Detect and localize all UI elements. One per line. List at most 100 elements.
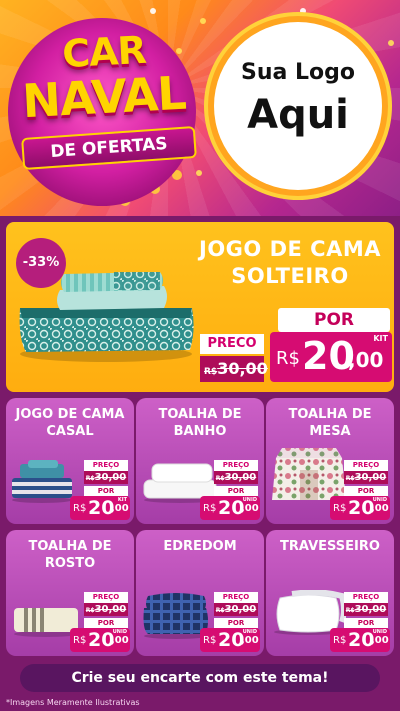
price-currency: R$ (203, 503, 217, 514)
por-label: POR (344, 618, 388, 628)
product-name-line1: TOALHA DE MESA (288, 407, 372, 439)
bedding-set-icon (14, 268, 198, 364)
price-unit: UNID (242, 497, 257, 503)
old-price: R$30,00 (214, 471, 258, 484)
product-card[interactable]: JOGO DE CAMA CASAL PREÇO R$30,00 POR R$ 20,00 K… (6, 398, 134, 524)
product-price: R$ 20,00 UNID (70, 628, 130, 652)
product-card[interactable]: TOALHA DE BANHO PREÇO R$30,00 POR R$ 20,00 UNID (136, 398, 264, 524)
product-name: TOALHA DE MESA (266, 406, 394, 440)
featured-price: R$ 20 ,00 KIT (270, 332, 392, 382)
preco-label: PREÇO (344, 460, 388, 471)
product-name: TRAVESSEIRO (266, 538, 394, 555)
por-label: POR (344, 486, 388, 496)
disclaimer: *Imagens Meramente Ilustrativas (6, 698, 140, 707)
product-price: R$ 20,00 UNID (330, 496, 390, 520)
old-price-currency: R$ (215, 475, 225, 482)
old-price: R$30,00 (344, 471, 388, 484)
por-label: POR (214, 618, 258, 628)
confetti-dot (388, 40, 394, 46)
cta-banner[interactable]: Crie seu encarte com este tema! (20, 664, 380, 692)
old-price-value: 30,00 (94, 472, 127, 483)
product-card[interactable]: TOALHA DE MESA PREÇO R$30,00 POR R$ 20,00 UNID (266, 398, 394, 524)
price-currency: R$ (73, 503, 87, 514)
price-unit: UNID (112, 629, 127, 635)
price-unit: UNID (242, 629, 257, 635)
price-currency: R$ (333, 503, 347, 514)
confetti-dot (150, 8, 156, 14)
featured-title: JOGO DE CAMA SOLTEIRO (190, 236, 390, 290)
price-decimal: ,00 (371, 503, 389, 514)
price-currency: R$ (276, 348, 300, 369)
price-integer: 20 (302, 334, 355, 378)
product-card[interactable]: TOALHA DE ROSTO PREÇO R$30,00 POR R$ 20,00 UNID (6, 530, 134, 656)
logo-text-line2: Aqui (247, 92, 349, 138)
old-price: R$30,00 (214, 603, 258, 616)
product-name-line1: TOALHA DE (158, 407, 242, 422)
old-price: R$30,00 (84, 603, 128, 616)
price-currency: R$ (73, 635, 87, 646)
old-price: R$30,00 (200, 356, 268, 382)
featured-title-line2: SOLTEIRO (231, 264, 349, 288)
hero-banner: CAR NAVAL DE OFERTAS Sua Logo Aqui (0, 0, 400, 216)
old-price-currency: R$ (204, 367, 218, 377)
price-decimal: ,00 (111, 503, 129, 514)
old-price: R$30,00 (344, 603, 388, 616)
product-name-line2: CASAL (46, 424, 94, 439)
product-price: R$ 20,00 KIT (70, 496, 130, 520)
product-name: JOGO DE CAMA CASAL (6, 406, 134, 440)
old-price-currency: R$ (85, 475, 95, 482)
price-decimal: ,00 (371, 635, 389, 646)
por-label: POR (278, 308, 390, 332)
price-currency: R$ (333, 635, 347, 646)
preco-label: PREÇO (84, 592, 128, 603)
price-unit: KIT (373, 334, 388, 343)
old-price-value: 30,00 (224, 604, 257, 615)
carnaval-title-line2: NAVAL (21, 65, 187, 129)
featured-product: -33% JOGO DE CAMA SOLTEIRO PRECO R$30,00… (6, 222, 394, 392)
old-price-value: 30,00 (94, 604, 127, 615)
old-price: R$30,00 (84, 471, 128, 484)
product-name: TOALHA DE ROSTO (6, 538, 134, 572)
preco-label: PREÇO (344, 592, 388, 603)
product-name: TOALHA DE BANHO (136, 406, 264, 440)
product-card[interactable]: EDREDOM PREÇO R$30,00 POR R$ 20,00 UNID (136, 530, 264, 656)
product-price: R$ 20,00 UNID (200, 496, 260, 520)
price-currency: R$ (203, 635, 217, 646)
featured-title-line1: JOGO DE CAMA (199, 237, 381, 261)
product-name-line1: EDREDOM (163, 539, 237, 554)
preco-label: PREÇO (84, 460, 128, 471)
product-name-line1: JOGO DE CAMA (15, 407, 125, 422)
confetti-dot (300, 8, 306, 14)
por-label: POR (84, 486, 128, 496)
price-decimal: ,00 (241, 503, 259, 514)
product-name: EDREDOM (136, 538, 264, 555)
preco-label: PRECO (200, 334, 264, 354)
old-price-currency: R$ (345, 607, 355, 614)
confetti-dot (200, 18, 206, 24)
preco-label: PREÇO (214, 592, 258, 603)
price-unit: KIT (117, 497, 127, 503)
old-price-currency: R$ (345, 475, 355, 482)
tablecloth-icon (270, 444, 348, 504)
product-price: R$ 20,00 UNID (200, 628, 260, 652)
product-name-line1: TRAVESSEIRO (280, 539, 380, 554)
por-label: POR (84, 618, 128, 628)
price-decimal: ,00 (241, 635, 259, 646)
price-decimal: ,00 (111, 635, 129, 646)
product-name-line2: BANHO (173, 424, 227, 439)
logo-text-line1: Sua Logo (240, 60, 355, 85)
price-unit: UNID (372, 497, 387, 503)
old-price-currency: R$ (215, 607, 225, 614)
price-decimal: ,00 (348, 348, 384, 372)
por-label: POR (214, 486, 258, 496)
price-unit: UNID (372, 629, 387, 635)
old-price-value: 30,00 (354, 604, 387, 615)
old-price-currency: R$ (85, 607, 95, 614)
preco-label: PREÇO (214, 460, 258, 471)
product-name-line2: ROSTO (44, 556, 96, 571)
old-price-value: 30,00 (354, 472, 387, 483)
product-price: R$ 20,00 UNID (330, 628, 390, 652)
product-card[interactable]: TRAVESSEIRO PREÇO R$30,00 POR R$ 20,00 UNID (266, 530, 394, 656)
old-price-value: 30,00 (224, 472, 257, 483)
bedding-set-icon (10, 458, 74, 504)
